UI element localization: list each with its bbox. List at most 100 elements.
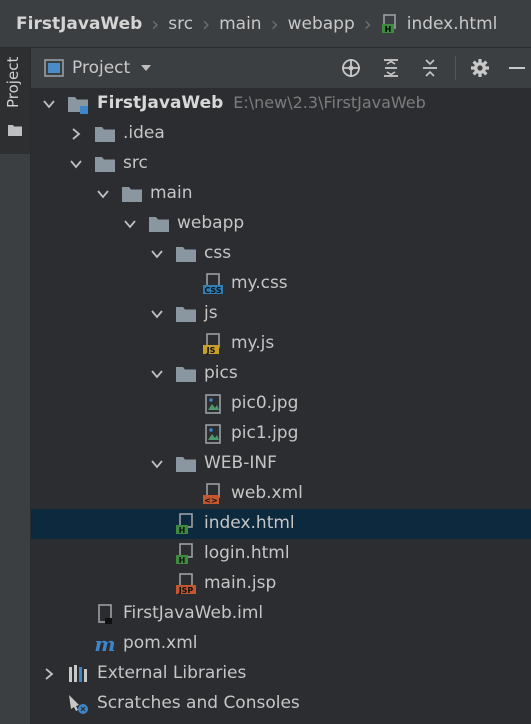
tree-item-label: web.xml	[231, 483, 303, 503]
folder-icon	[176, 247, 196, 262]
tree-item-pic1[interactable]: pic1.jpg	[31, 419, 531, 449]
toolbar-divider	[455, 56, 456, 80]
folder-icon	[176, 457, 196, 472]
iml-file-icon	[98, 604, 112, 624]
chevron-down-icon[interactable]	[151, 308, 163, 320]
svg-text:m: m	[94, 633, 115, 655]
web-folder-icon	[149, 217, 169, 232]
tree-item-src[interactable]: src	[31, 149, 531, 179]
breadcrumb-item-main[interactable]: main	[219, 14, 261, 34]
tree-root-label: FirstJavaWeb E:\new\2.3\FirstJavaWeb	[97, 93, 426, 113]
chevron-down-icon[interactable]	[43, 98, 55, 110]
tree-item-label: External Libraries	[97, 663, 247, 683]
folder-icon	[176, 307, 196, 322]
tree-item-css[interactable]: css	[31, 239, 531, 269]
chevron-down-icon[interactable]	[124, 218, 136, 230]
library-icon	[69, 665, 87, 682]
settings-icon[interactable]	[470, 58, 490, 78]
tree-item-root[interactable]: FirstJavaWeb E:\new\2.3\FirstJavaWeb	[31, 89, 531, 119]
tree-item-index-html[interactable]: H index.html	[31, 509, 531, 539]
tree-item-label: main.jsp	[204, 573, 277, 593]
scratches-icon	[69, 695, 88, 714]
js-file-icon: JS	[203, 333, 220, 355]
tree-item-login-html[interactable]: H login.html	[31, 539, 531, 569]
folder-icon	[8, 125, 22, 136]
tree-item-webapp[interactable]: webapp	[31, 209, 531, 239]
tree-item-web-inf[interactable]: WEB-INF	[31, 449, 531, 479]
expand-all-icon[interactable]	[381, 58, 401, 78]
module-folder-icon	[68, 97, 88, 114]
tree-item-scratches[interactable]: Scratches and Consoles	[31, 689, 531, 719]
project-tool-tab-label: Project	[4, 56, 22, 108]
svg-text:H: H	[179, 556, 186, 565]
tree-item-label: pic1.jpg	[231, 423, 299, 443]
breadcrumb-separator: ›	[363, 11, 372, 36]
tree-item-main-jsp[interactable]: JSP main.jsp	[31, 569, 531, 599]
image-file-icon	[205, 394, 221, 414]
css-file-icon: CSS	[203, 273, 223, 295]
tree-item-main[interactable]: main	[31, 179, 531, 209]
xml-file-icon: <>	[203, 483, 220, 505]
chevron-down-icon[interactable]	[151, 458, 163, 470]
folder-icon	[95, 157, 115, 172]
tree-item-label: FirstJavaWeb.iml	[123, 603, 264, 623]
jsp-file-icon: JSP	[176, 573, 196, 595]
html-file-icon: H	[176, 513, 193, 535]
breadcrumb-item-webapp[interactable]: webapp	[288, 14, 355, 34]
tree-item-label: index.html	[204, 513, 295, 533]
tree-item-idea[interactable]: .idea	[31, 119, 531, 149]
project-panel-title: Project	[72, 58, 131, 78]
project-window-icon	[44, 59, 64, 77]
svg-text:CSS: CSS	[204, 286, 221, 295]
tree-item-pic0[interactable]: pic0.jpg	[31, 389, 531, 419]
left-tool-strip: Project	[0, 48, 31, 724]
tree-item-label: Scratches and Consoles	[97, 693, 300, 713]
breadcrumb: FirstJavaWeb › src › main › webapp › H i…	[0, 0, 531, 48]
folder-icon	[95, 127, 115, 142]
tree-item-label: webapp	[177, 213, 245, 233]
breadcrumb-separator: ›	[270, 11, 279, 36]
chevron-right-icon[interactable]	[43, 668, 55, 680]
hide-icon[interactable]	[507, 58, 527, 78]
tree-item-web-xml[interactable]: <> web.xml	[31, 479, 531, 509]
tree-root-path: E:\new\2.3\FirstJavaWeb	[233, 93, 426, 112]
folder-icon	[176, 367, 196, 382]
project-view-selector[interactable]: Project	[44, 58, 152, 78]
tree-item-my-css[interactable]: CSS my.css	[31, 269, 531, 299]
locate-icon[interactable]	[341, 58, 361, 78]
project-tree: FirstJavaWeb E:\new\2.3\FirstJavaWeb .ide…	[31, 88, 531, 724]
tree-item-label: js	[204, 303, 218, 323]
html-file-icon: H	[176, 543, 193, 565]
tree-item-label: pic0.jpg	[231, 393, 299, 413]
chevron-down-icon[interactable]	[70, 158, 82, 170]
svg-text:H: H	[179, 526, 186, 535]
tree-item-label: my.css	[231, 273, 288, 293]
chevron-down-icon[interactable]	[151, 248, 163, 260]
tree-item-label: src	[123, 153, 148, 173]
tree-item-js[interactable]: js	[31, 299, 531, 329]
chevron-down-icon	[141, 65, 152, 71]
tree-item-pics[interactable]: pics	[31, 359, 531, 389]
tree-item-label: WEB-INF	[204, 453, 277, 473]
tree-item-pom[interactable]: m pom.xml	[31, 629, 531, 659]
breadcrumb-file-label: index.html	[406, 13, 498, 34]
html-file-icon: H	[381, 13, 396, 34]
chevron-down-icon[interactable]	[97, 188, 109, 200]
tree-item-external-libraries[interactable]: External Libraries	[31, 659, 531, 689]
tree-item-label: main	[150, 183, 193, 203]
chevron-down-icon[interactable]	[151, 368, 163, 380]
svg-text:H: H	[384, 25, 391, 34]
project-tool-tab[interactable]: Project	[0, 48, 30, 154]
folder-icon	[122, 187, 142, 202]
tree-item-label: pom.xml	[123, 633, 198, 653]
breadcrumb-root[interactable]: FirstJavaWeb	[16, 14, 142, 34]
breadcrumb-item-src[interactable]: src	[168, 14, 193, 34]
svg-text:JSP: JSP	[178, 586, 194, 595]
tree-item-label: css	[204, 243, 232, 263]
chevron-right-icon[interactable]	[70, 128, 82, 140]
breadcrumb-item-file[interactable]: H index.html	[381, 13, 498, 34]
collapse-all-icon[interactable]	[420, 58, 440, 78]
project-panel-header: Project	[31, 48, 531, 88]
tree-item-iml[interactable]: FirstJavaWeb.iml	[31, 599, 531, 629]
tree-item-my-js[interactable]: JS my.js	[31, 329, 531, 359]
